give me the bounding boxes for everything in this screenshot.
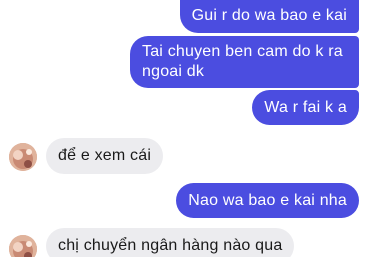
contact-avatar-image: [9, 235, 37, 257]
message-text: chị chuyển ngân hàng nào qua: [58, 237, 283, 254]
contact-avatar-icon[interactable]: [9, 143, 37, 171]
incoming-message[interactable]: để e xem cái: [46, 138, 164, 174]
contact-avatar-icon[interactable]: [9, 235, 37, 257]
message-text-line-2: ngoai dk: [142, 63, 205, 80]
outgoing-message[interactable]: Wa r fai k a: [252, 90, 359, 125]
outgoing-message[interactable]: Tai chuyen ben cam do k ra ngoai dk: [130, 36, 359, 88]
message-text: Wa r fai k a: [264, 99, 347, 116]
message-text: Gui r do wa bao e kai: [191, 7, 347, 24]
outgoing-message[interactable]: Gui r do wa bao e kai: [179, 0, 359, 33]
message-text: để e xem cái: [58, 147, 152, 164]
outgoing-message[interactable]: Nao wa bao e kai nha: [176, 183, 359, 218]
message-text-line-1: Tai chuyen ben cam do k ra: [142, 43, 343, 60]
message-text: Nao wa bao e kai nha: [188, 192, 347, 209]
contact-avatar-image: [9, 143, 37, 171]
chat-thread[interactable]: Gui r do wa bao e kai Tai chuyen ben cam…: [0, 0, 374, 257]
incoming-message[interactable]: chị chuyển ngân hàng nào qua: [46, 228, 295, 257]
